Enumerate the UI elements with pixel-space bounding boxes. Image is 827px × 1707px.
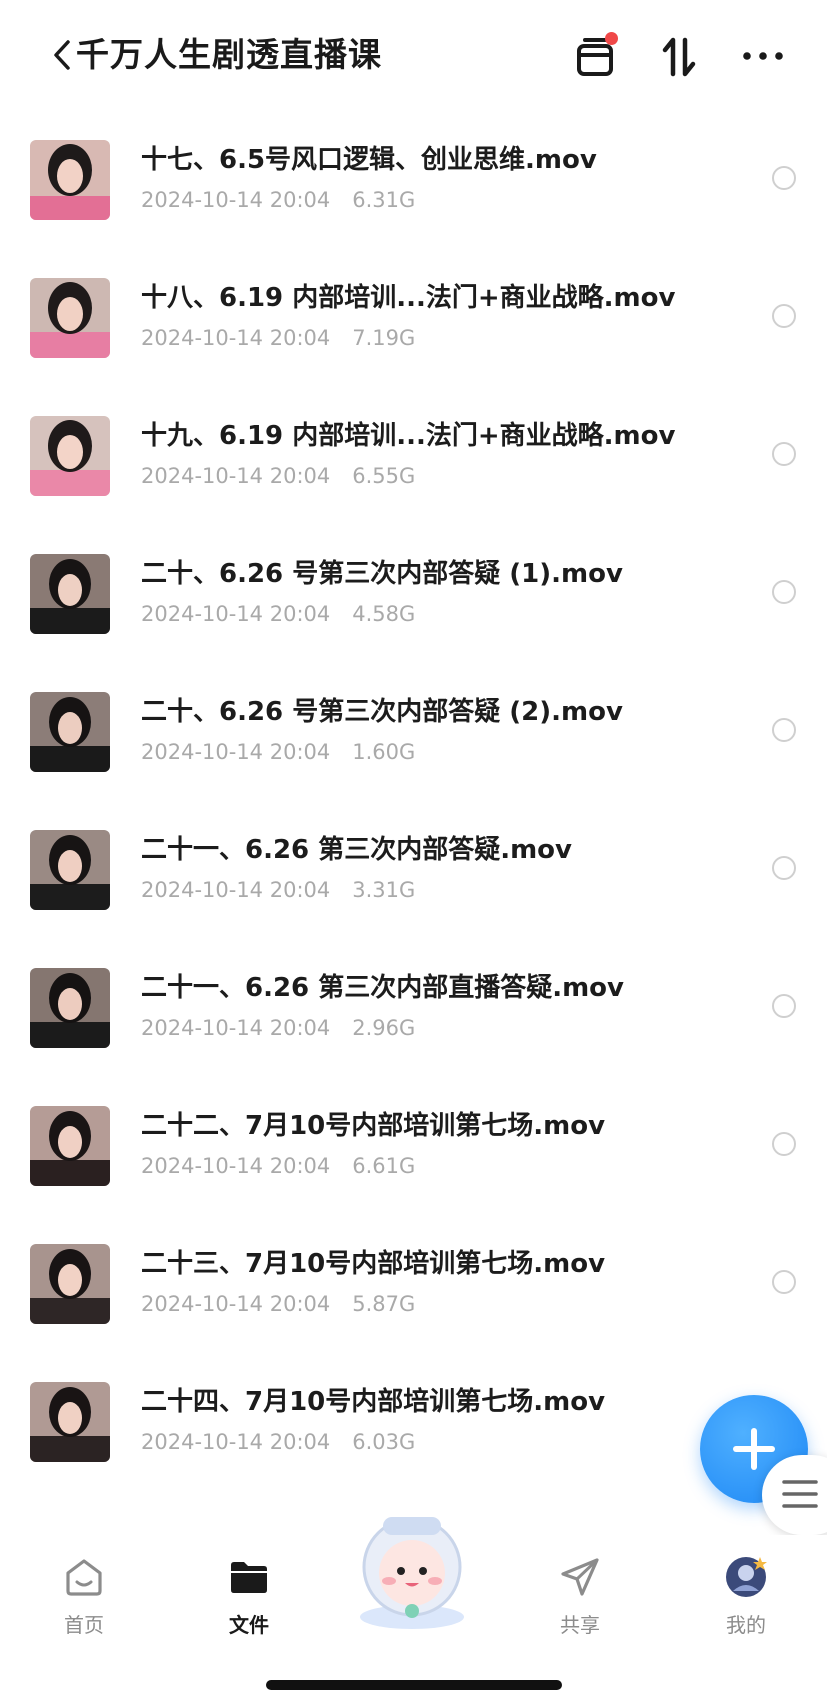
file-row[interactable]: 二十、6.26 号第三次内部答疑 (2).mov 2024-10-14 20:0… [0,680,827,818]
video-thumbnail [30,830,110,910]
file-size: 4.58G [352,602,416,626]
send-icon [561,1558,599,1596]
file-size: 3.31G [352,878,416,902]
file-meta: 2024-10-14 20:04 4.58G [141,600,415,628]
select-checkbox[interactable] [772,442,796,466]
video-thumbnail [30,140,110,220]
file-meta: 2024-10-14 20:04 6.55G [141,462,415,490]
file-row[interactable]: 二十、6.26 号第三次内部答疑 (1).mov 2024-10-14 20:0… [0,542,827,680]
file-name: 二十、6.26 号第三次内部答疑 (1).mov [141,559,623,589]
tab-label: 首页 [64,1613,104,1637]
select-checkbox[interactable] [772,166,796,190]
file-size: 1.60G [352,740,416,764]
file-size: 6.03G [352,1430,416,1454]
menu-icon [782,1480,818,1508]
select-checkbox[interactable] [772,304,796,328]
select-checkbox[interactable] [772,856,796,880]
file-name: 二十二、7月10号内部培训第七场.mov [141,1111,606,1141]
file-meta: 2024-10-14 20:04 5.87G [141,1290,415,1318]
select-checkbox[interactable] [772,1132,796,1156]
file-meta: 2024-10-14 20:04 3.31G [141,876,415,904]
sort-button[interactable] [655,32,705,82]
tab-label: 文件 [229,1613,269,1637]
video-thumbnail [30,1106,110,1186]
folder-icon [231,1562,267,1593]
more-button[interactable] [738,32,788,82]
file-size: 7.19G [352,326,416,350]
file-date: 2024-10-14 20:04 [141,878,331,902]
tab-me[interactable]: 我的 [691,1555,801,1638]
video-thumbnail [30,692,110,772]
file-row[interactable]: 十七、6.5号风口逻辑、创业思维.mov 2024-10-14 20:04 6.3… [0,128,827,266]
file-name: 十九、6.19 内部培训...法门+商业战略.mov [141,421,676,451]
file-meta: 2024-10-14 20:04 1.60G [141,738,415,766]
file-name: 二十一、6.26 第三次内部答疑.mov [141,835,572,865]
file-row[interactable]: 二十三、7月10号内部培训第七场.mov 2024-10-14 20:04 5.8… [0,1232,827,1370]
video-thumbnail [30,278,110,358]
file-date: 2024-10-14 20:04 [141,188,331,212]
select-checkbox[interactable] [772,1270,796,1294]
notification-badge [605,32,618,45]
select-checkbox[interactable] [772,580,796,604]
file-date: 2024-10-14 20:04 [141,464,331,488]
sort-icon [662,37,696,77]
select-checkbox[interactable] [772,718,796,742]
file-meta: 2024-10-14 20:04 6.31G [141,186,415,214]
file-date: 2024-10-14 20:04 [141,326,331,350]
file-date: 2024-10-14 20:04 [141,602,331,626]
select-checkbox[interactable] [772,994,796,1018]
file-name: 二十三、7月10号内部培训第七场.mov [141,1249,606,1279]
file-size: 6.55G [352,464,416,488]
avatar-icon [726,1557,767,1597]
file-size: 6.61G [352,1154,416,1178]
mascot-icon [360,1517,464,1629]
video-thumbnail [30,554,110,634]
video-thumbnail [30,416,110,496]
file-row[interactable]: 二十一、6.26 第三次内部答疑.mov 2024-10-14 20:04 3.3… [0,818,827,956]
home-icon [66,1559,102,1596]
file-meta: 2024-10-14 20:04 2.96G [141,1014,415,1042]
file-name: 二十一、6.26 第三次内部直播答疑.mov [141,973,624,1003]
file-name: 二十四、7月10号内部培训第七场.mov [141,1387,606,1417]
file-list: 十七、6.5号风口逻辑、创业思维.mov 2024-10-14 20:04 6.3… [0,128,827,1508]
file-row[interactable]: 二十二、7月10号内部培训第七场.mov 2024-10-14 20:04 6.6… [0,1094,827,1232]
file-date: 2024-10-14 20:04 [141,1430,331,1454]
home-indicator [266,1680,562,1690]
tab-files[interactable]: 文件 [194,1555,304,1638]
file-meta: 2024-10-14 20:04 7.19G [141,324,415,352]
file-size: 2.96G [352,1016,416,1040]
file-row[interactable]: 十九、6.19 内部培训...法门+商业战略.mov 2024-10-14 20… [0,404,827,542]
header-bar: 千万人生剧透直播课 [0,0,827,120]
file-date: 2024-10-14 20:04 [141,740,331,764]
page-title: 千万人生剧透直播课 [76,35,382,74]
file-size: 6.31G [352,188,416,212]
more-icon [743,52,783,60]
file-name: 二十、6.26 号第三次内部答疑 (2).mov [141,697,623,727]
file-date: 2024-10-14 20:04 [141,1154,331,1178]
video-thumbnail [30,1244,110,1324]
file-date: 2024-10-14 20:04 [141,1292,331,1316]
tab-label: 共享 [560,1613,600,1637]
file-meta: 2024-10-14 20:04 6.61G [141,1152,415,1180]
video-thumbnail [30,968,110,1048]
tab-label: 我的 [726,1613,766,1637]
assistant-mascot-button[interactable] [345,1505,480,1635]
file-row[interactable]: 二十一、6.26 第三次内部直播答疑.mov 2024-10-14 20:04 2… [0,956,827,1094]
tab-home[interactable]: 首页 [29,1555,139,1638]
tab-share[interactable]: 共享 [525,1555,635,1638]
transfer-list-button[interactable] [572,32,622,82]
side-menu-button[interactable] [762,1455,827,1535]
file-name: 十八、6.19 内部培训...法门+商业战略.mov [141,283,676,313]
file-name: 十七、6.5号风口逻辑、创业思维.mov [141,145,597,175]
file-row[interactable]: 十八、6.19 内部培训...法门+商业战略.mov 2024-10-14 20… [0,266,827,404]
video-thumbnail [30,1382,110,1462]
file-meta: 2024-10-14 20:04 6.03G [141,1428,415,1456]
file-date: 2024-10-14 20:04 [141,1016,331,1040]
file-size: 5.87G [352,1292,416,1316]
